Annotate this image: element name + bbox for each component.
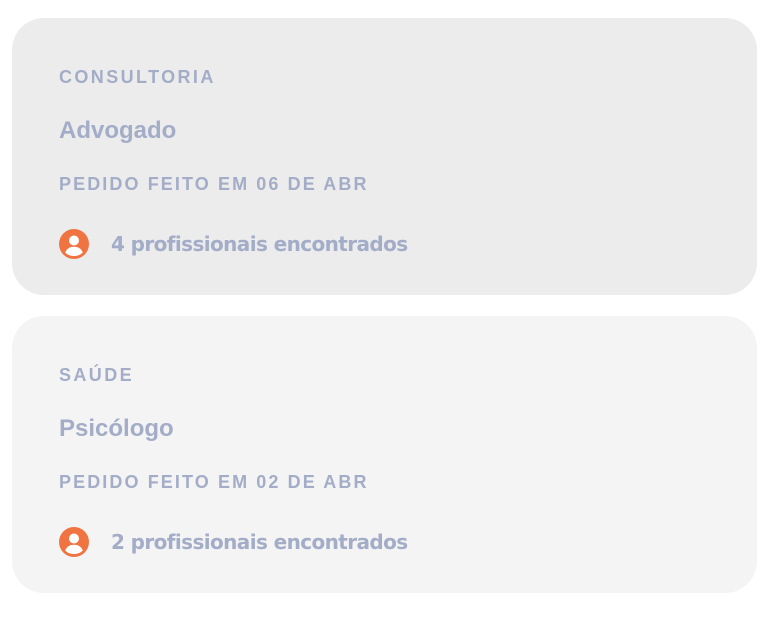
order-title: Psicólogo: [59, 415, 174, 442]
professionals-found: 4 profissionais encontrados: [59, 228, 408, 260]
order-date: PEDIDO FEITO EM 02 DE ABR: [59, 472, 369, 492]
professionals-found: 2 profissionais encontrados: [59, 526, 408, 558]
order-category: CONSULTORIA: [59, 67, 216, 87]
user-circle-icon: [59, 229, 89, 259]
order-title: Advogado: [59, 117, 177, 144]
professionals-count-text: 2 profissionais encontrados: [111, 530, 408, 554]
user-circle-icon: [59, 527, 89, 557]
professionals-count-text: 4 profissionais encontrados: [111, 232, 408, 256]
order-date: PEDIDO FEITO EM 06 DE ABR: [59, 174, 369, 194]
order-card[interactable]: SAÚDE Psicólogo PEDIDO FEITO EM 02 DE AB…: [12, 316, 757, 593]
order-category: SAÚDE: [59, 365, 135, 385]
order-card[interactable]: CONSULTORIA Advogado PEDIDO FEITO EM 06 …: [12, 18, 757, 295]
